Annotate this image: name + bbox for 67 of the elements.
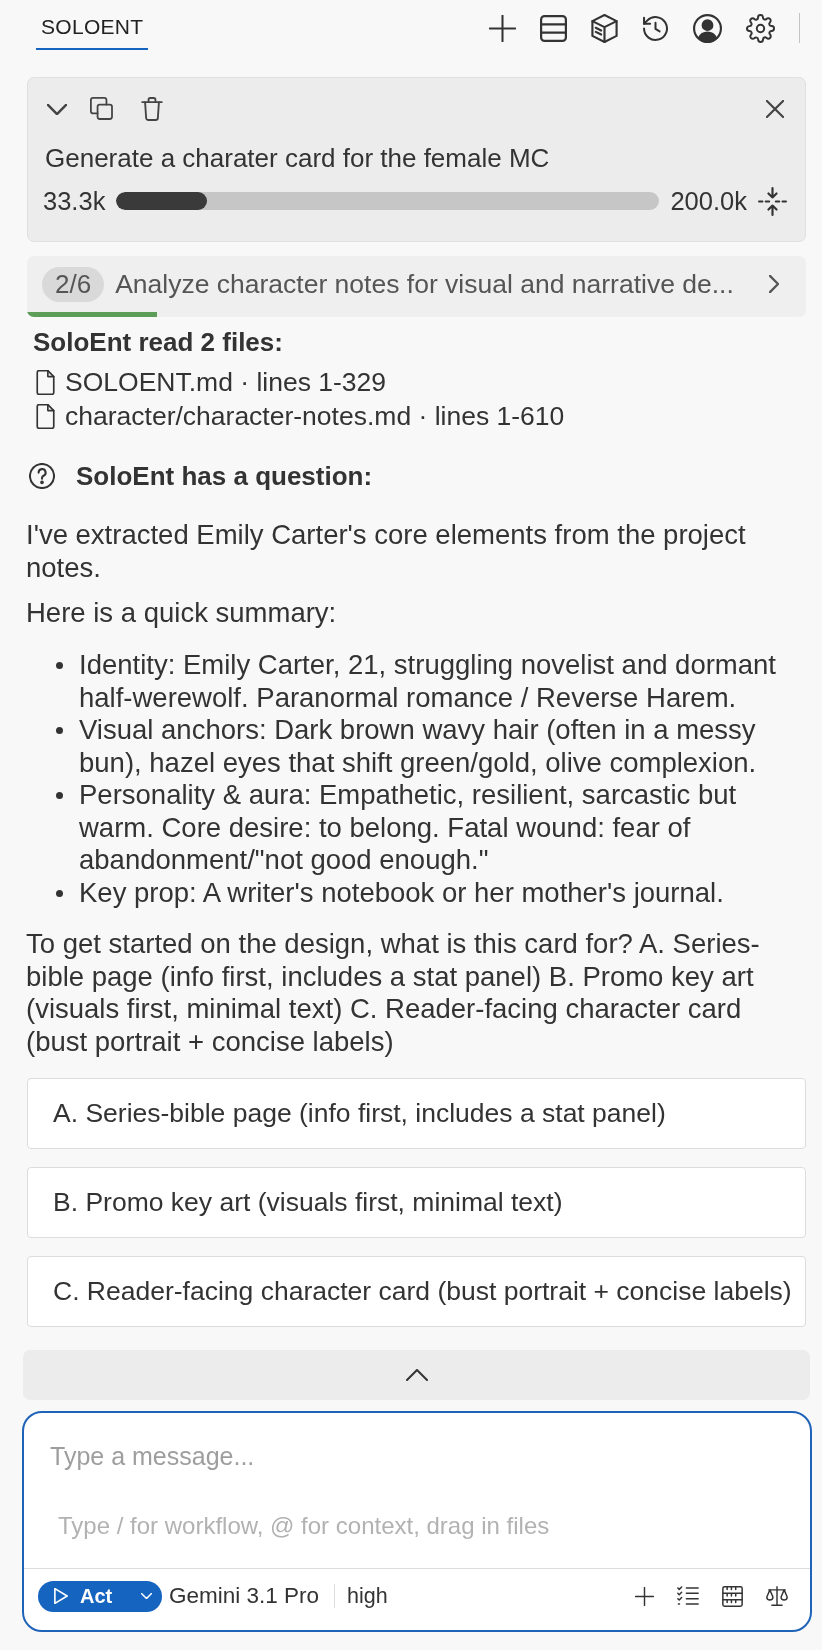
new-task-button[interactable] [488, 14, 516, 42]
history-icon [641, 14, 669, 42]
settings-icon [745, 13, 775, 43]
account-icon [692, 13, 722, 43]
task-title: Generate a charater card for the female MC [44, 144, 551, 172]
plus-icon [635, 1586, 654, 1606]
effort-selector[interactable]: high [347, 1583, 388, 1609]
step-bar[interactable]: 2/6 Analyze character notes for visual and narrative de... [27, 256, 806, 317]
model-selector[interactable]: Gemini 3.1 Pro [169, 1583, 320, 1609]
checklist-button[interactable] [677, 1586, 699, 1606]
file-link[interactable]: SOLOENT.md · lines 1-329 [65, 366, 387, 398]
bullet-text: Identity: Emily Carter, 21, struggling novelist and dormant half-werewolf. Paranormal romance / Reverse Harem. [79, 649, 777, 714]
scale-icon [766, 1585, 788, 1607]
server-icon [539, 14, 567, 42]
plus-icon [488, 14, 516, 42]
settings-button[interactable] [745, 13, 775, 43]
file-link[interactable]: character/character-notes.md · lines 1-610 [65, 400, 565, 432]
close-button[interactable] [763, 97, 787, 121]
panel-tab[interactable]: SOLOENT [36, 0, 149, 50]
composer-hint: Type / for workflow, @ for context, drag in files [57, 1512, 551, 1540]
chevron-down-icon [47, 103, 67, 115]
message-paragraph: I've extracted Emily Carter's core elements from the project notes. [26, 518, 747, 584]
answer-option[interactable]: A. Series-bible page (info first, includes a stat panel) [27, 1078, 806, 1149]
step-counter: 2/6 [42, 266, 105, 302]
bullet-text: Personality & aura: Empathetic, resilient, sarcastic but warm. Core desire: to belong. Fatal wound: fear of abandonment/"not good enough." [79, 779, 738, 877]
chevron-right-icon [769, 275, 779, 293]
tokens-limit: 200.0k [670, 186, 747, 216]
chevron-up-icon [405, 1369, 428, 1381]
step-title: Analyze character notes for visual and narrative de... [115, 268, 735, 300]
question-text: To get started on the design, what is this card for? A. Series-bible page (info first, includes a stat panel) B. Promo key art (visuals first, minimal text) C. Reader-facing character card (bust portrait + concise labels) [26, 928, 761, 1058]
trash-icon [141, 97, 163, 121]
chevron-down-icon [141, 1592, 152, 1599]
answer-option[interactable]: B. Promo key art (visuals first, minimal text) [27, 1167, 806, 1238]
message-input[interactable]: Type a message... [24, 1413, 810, 1493]
bullet-text: Visual anchors: Dark brown wavy hair (often in a messy bun), hazel eyes that shift green/gold, olive complexion. [79, 714, 758, 779]
question-heading: SoloEnt has a question: [76, 460, 373, 492]
cube-icon [590, 13, 618, 43]
history-button[interactable] [641, 14, 669, 42]
copy-icon [90, 97, 114, 121]
rules-button[interactable] [766, 1585, 788, 1607]
account-button[interactable] [692, 13, 722, 43]
close-icon [766, 100, 784, 118]
file-icon [36, 403, 55, 429]
server-button[interactable] [539, 14, 567, 42]
bullet-text: Key prop: A writer's notebook or her mother's journal. [79, 876, 724, 909]
bullet-icon [56, 889, 63, 897]
package-button[interactable] [590, 13, 618, 43]
mode-button[interactable]: Act [38, 1580, 162, 1612]
delete-button[interactable] [141, 97, 163, 121]
compress-icon [758, 186, 787, 216]
message-paragraph: Here is a quick summary: [26, 596, 338, 629]
message-composer[interactable]: Type a message... Type / for workflow, @ for context, drag in files Act Gemini 3.1 Pro high [22, 1411, 812, 1632]
grid-rows-button[interactable] [722, 1585, 743, 1607]
grid-rows-icon [722, 1585, 743, 1607]
copy-button[interactable] [90, 97, 114, 121]
checklist-icon [677, 1586, 699, 1606]
compact-button[interactable] [758, 186, 787, 216]
answer-option[interactable]: C. Reader-facing character card (bust portrait + concise labels) [27, 1256, 806, 1327]
bullet-icon [56, 792, 63, 799]
bullet-icon [56, 662, 63, 669]
add-context-button[interactable] [635, 1586, 654, 1606]
bullet-icon [56, 727, 63, 734]
help-icon [29, 463, 55, 489]
play-icon [54, 1588, 68, 1604]
tokens-used: 33.3k [43, 186, 106, 216]
file-icon [36, 369, 55, 395]
files-read-heading: SoloEnt read 2 files: [33, 327, 284, 357]
